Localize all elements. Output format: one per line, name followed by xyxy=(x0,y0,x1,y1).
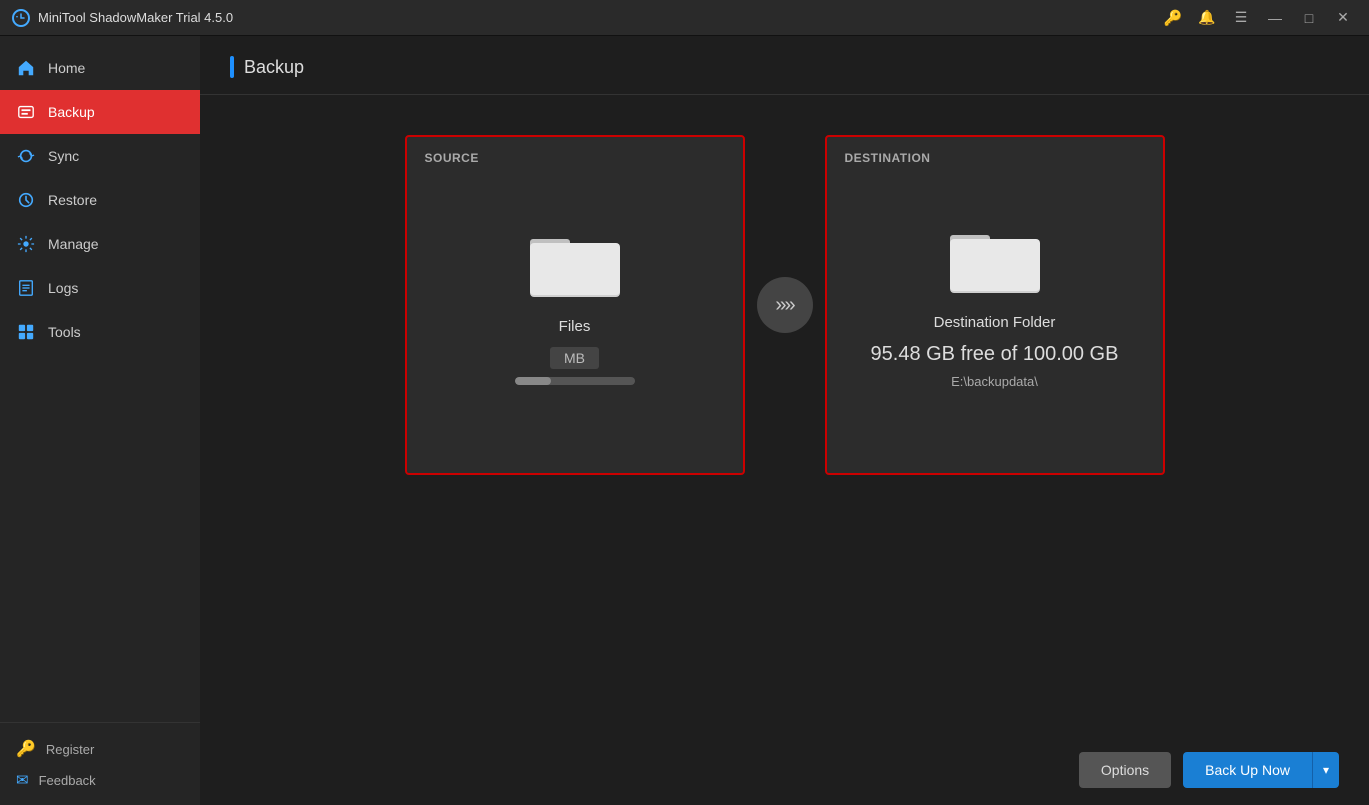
menu-icon[interactable]: ☰ xyxy=(1227,4,1255,32)
source-folder-icon xyxy=(530,225,620,300)
source-progress-bar xyxy=(515,377,635,385)
sidebar-label-manage: Manage xyxy=(48,236,99,252)
sidebar-item-restore[interactable]: Restore xyxy=(0,178,200,222)
sidebar-bottom: 🔑 Register ✉ Feedback xyxy=(0,722,200,805)
app-title: MiniTool ShadowMaker Trial 4.5.0 xyxy=(38,10,1159,25)
manage-icon xyxy=(16,234,36,254)
source-progress-fill xyxy=(515,377,551,385)
backup-dropdown-button[interactable]: ▾ xyxy=(1312,752,1339,788)
close-button[interactable]: ✕ xyxy=(1329,4,1357,32)
header-accent-bar xyxy=(230,56,234,78)
source-label: SOURCE xyxy=(425,151,479,165)
destination-card[interactable]: DESTINATION Destination Folder 95.48 GB … xyxy=(825,135,1165,475)
titlebar-actions: 🔑 🔔 ☰ — □ ✕ xyxy=(1159,4,1357,32)
destination-folder-icon xyxy=(950,221,1040,296)
main-content: Backup SOURCE Files MB xyxy=(200,36,1369,805)
sidebar-item-logs[interactable]: Logs xyxy=(0,266,200,310)
backup-now-button[interactable]: Back Up Now xyxy=(1183,752,1312,788)
minimize-button[interactable]: — xyxy=(1261,4,1289,32)
sidebar-item-home[interactable]: Home xyxy=(0,46,200,90)
destination-label: DESTINATION xyxy=(845,151,931,165)
destination-free-space: 95.48 GB free of 100.00 GB xyxy=(871,343,1119,366)
arrow-icon: »» xyxy=(757,277,813,333)
sidebar-label-home: Home xyxy=(48,60,85,76)
app-body: Home Backup xyxy=(0,36,1369,805)
feedback-button[interactable]: ✉ Feedback xyxy=(16,771,184,789)
sidebar-label-backup: Backup xyxy=(48,104,95,120)
bottom-bar: Options Back Up Now ▾ xyxy=(200,735,1369,805)
feedback-label: Feedback xyxy=(39,773,96,788)
backup-area: SOURCE Files MB xyxy=(200,95,1369,735)
sidebar-item-tools[interactable]: Tools xyxy=(0,310,200,354)
sidebar-label-logs: Logs xyxy=(48,280,78,296)
restore-icon xyxy=(16,190,36,210)
backup-cards: SOURCE Files MB xyxy=(240,135,1329,475)
sidebar-nav: Home Backup xyxy=(0,46,200,722)
sidebar-item-manage[interactable]: Manage xyxy=(0,222,200,266)
sidebar-item-backup[interactable]: Backup xyxy=(0,90,200,134)
sidebar-label-sync: Sync xyxy=(48,148,79,164)
app-logo xyxy=(12,9,30,27)
register-label: Register xyxy=(46,742,94,757)
source-size: MB xyxy=(550,347,599,369)
feedback-icon: ✉ xyxy=(16,771,29,789)
destination-path: E:\backupdata\ xyxy=(951,374,1038,389)
arrow-container: »» xyxy=(745,275,825,335)
register-button[interactable]: 🔑 Register xyxy=(16,739,184,759)
options-button[interactable]: Options xyxy=(1079,752,1171,788)
destination-title: Destination Folder xyxy=(934,314,1056,331)
logs-icon xyxy=(16,278,36,298)
home-icon xyxy=(16,58,36,78)
key-small-icon: 🔑 xyxy=(16,739,36,759)
source-card[interactable]: SOURCE Files MB xyxy=(405,135,745,475)
page-title: Backup xyxy=(244,57,304,78)
key-icon[interactable]: 🔑 xyxy=(1159,4,1187,32)
sidebar-label-restore: Restore xyxy=(48,192,97,208)
backup-icon xyxy=(16,102,36,122)
backup-button-group: Back Up Now ▾ xyxy=(1183,752,1339,788)
sidebar-label-tools: Tools xyxy=(48,324,81,340)
sync-icon xyxy=(16,146,36,166)
sidebar: Home Backup xyxy=(0,36,200,805)
titlebar: MiniTool ShadowMaker Trial 4.5.0 🔑 🔔 ☰ —… xyxy=(0,0,1369,36)
sidebar-item-sync[interactable]: Sync xyxy=(0,134,200,178)
maximize-button[interactable]: □ xyxy=(1295,4,1323,32)
page-header: Backup xyxy=(200,36,1369,95)
tools-icon xyxy=(16,322,36,342)
source-title: Files xyxy=(559,318,591,335)
notification-icon[interactable]: 🔔 xyxy=(1193,4,1221,32)
